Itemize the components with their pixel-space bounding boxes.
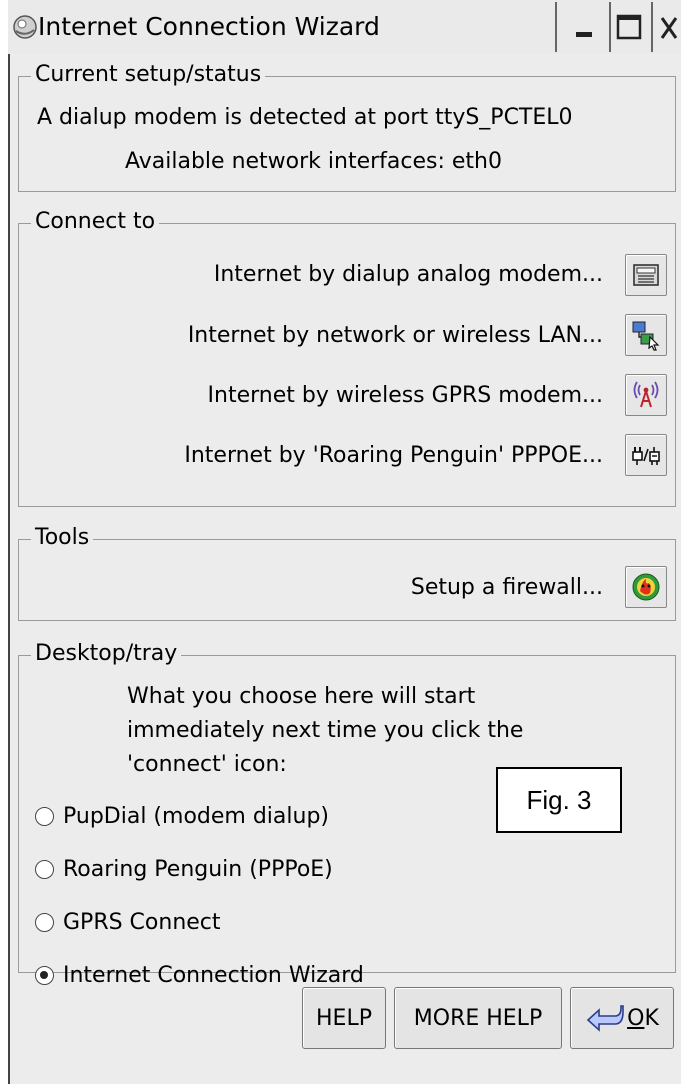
connect-dialup-button[interactable]: [625, 254, 667, 296]
radio-button-selected[interactable]: [35, 966, 54, 985]
close-icon: [660, 17, 678, 39]
more-help-button[interactable]: MORE HELP: [394, 987, 562, 1049]
maximize-icon: [616, 14, 642, 40]
network-icon: [632, 321, 660, 351]
radio-button[interactable]: [35, 913, 54, 932]
radio-button[interactable]: [35, 860, 54, 879]
title-bar[interactable]: Internet Connection Wizard: [8, 0, 681, 54]
connect-heading: Connect to: [31, 205, 160, 239]
tools-frame: Tools Setup a firewall...: [18, 521, 676, 621]
titlebar-separator: [555, 2, 557, 52]
connect-gprs-label: Internet by wireless GPRS modem...: [207, 383, 603, 408]
titlebar-separator: [609, 2, 611, 52]
firewall-button[interactable]: [625, 566, 667, 608]
ok-button-label: K: [644, 1005, 659, 1031]
firewall-label: Setup a firewall...: [410, 575, 603, 600]
desktop-tray-heading: Desktop/tray: [31, 637, 182, 671]
modem-icon: [633, 264, 659, 286]
ok-button[interactable]: OK: [570, 987, 674, 1049]
desktop-description-line: 'connect' icon:: [127, 752, 287, 777]
tools-heading: Tools: [31, 521, 94, 555]
wizard-window: Internet Connection Wizard Current setup…: [8, 0, 681, 1084]
plug-icon: [632, 447, 660, 465]
desktop-description-line: What you choose here will start: [127, 684, 476, 709]
window-title: Internet Connection Wizard: [38, 12, 380, 41]
connect-gprs-button[interactable]: [625, 374, 667, 416]
status-heading: Current setup/status: [31, 58, 266, 92]
radio-label: GPRS Connect: [63, 910, 221, 935]
firewall-icon: [632, 573, 660, 601]
connect-lan-label: Internet by network or wireless LAN...: [187, 323, 603, 348]
close-button[interactable]: [656, 8, 681, 46]
app-icon: [13, 15, 37, 39]
modem-status-text: A dialup modem is detected at port ttyS_…: [37, 105, 573, 130]
minimize-button[interactable]: [568, 8, 606, 46]
radio-label: PupDial (modem dialup): [63, 804, 329, 829]
minimize-icon: [576, 32, 592, 37]
connect-frame: Connect to Internet by dialup analog mod…: [18, 205, 676, 507]
connect-pppoe-button[interactable]: [625, 434, 667, 476]
figure-label: Fig. 3: [496, 767, 622, 833]
connect-dialup-label: Internet by dialup analog modem...: [213, 262, 603, 287]
maximize-button[interactable]: [613, 8, 651, 46]
help-button[interactable]: HELP: [302, 987, 386, 1049]
radio-button[interactable]: [35, 807, 54, 826]
back-arrow-icon: [586, 1005, 624, 1032]
ok-button-mnemonic: O: [627, 1005, 645, 1031]
radio-label: Roaring Penguin (PPPoE): [63, 857, 333, 882]
interfaces-status-text: Available network interfaces: eth0: [125, 149, 502, 174]
antenna-icon: [633, 381, 659, 408]
desktop-description-line: immediately next time you click the: [127, 718, 524, 743]
titlebar-separator: [651, 2, 653, 52]
status-frame: Current setup/status A dialup modem is d…: [18, 58, 676, 192]
connect-pppoe-label: Internet by 'Roaring Penguin' PPPOE...: [184, 443, 603, 468]
connect-lan-button[interactable]: [625, 314, 667, 356]
